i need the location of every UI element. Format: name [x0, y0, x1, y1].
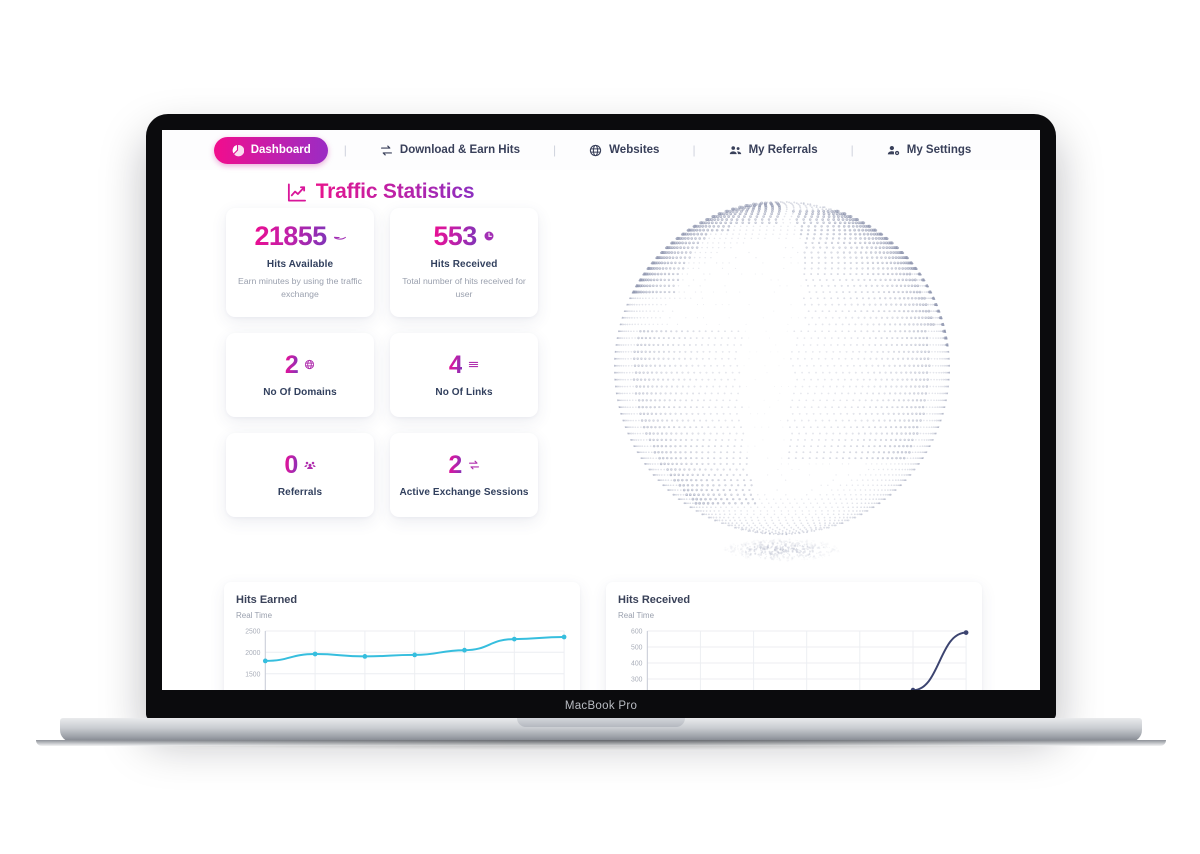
- user-gear-icon: [887, 144, 900, 157]
- nav-label: My Referrals: [749, 144, 818, 156]
- device-label: MacBook Pro: [146, 700, 1056, 712]
- stat-value-row: 0: [235, 453, 365, 478]
- exchange-icon: [468, 459, 480, 473]
- globe-svg: [574, 178, 994, 578]
- list-icon: [468, 359, 479, 372]
- chart-plot-area: 600500400300200: [618, 627, 970, 690]
- globe-grid-icon: [304, 359, 315, 372]
- stat-description: Total number of hits received for user: [399, 275, 529, 300]
- stats-grid: 21855 Hits Available Earn minutes by usi…: [226, 208, 538, 517]
- nav-separator: |: [328, 143, 363, 157]
- line-chart-icon: [286, 182, 307, 203]
- stat-card-hits-received: 553 Hits Received Total number of hits r…: [390, 208, 538, 317]
- stat-card-active-exchange-sessions: 2 Active Exchange Sessions: [390, 433, 538, 517]
- nav-item-download-earn-hits[interactable]: Download & Earn Hits: [363, 137, 537, 164]
- svg-text:2500: 2500: [245, 629, 260, 636]
- stat-title: No Of Links: [399, 387, 529, 398]
- stat-value: 553: [433, 223, 476, 250]
- exchange-icon: [380, 144, 393, 157]
- stat-card-no-of-domains: 2 No Of Domains: [226, 333, 374, 417]
- svg-text:500: 500: [631, 645, 643, 652]
- svg-text:1500: 1500: [245, 671, 260, 678]
- stat-card-hits-available: 21855 Hits Available Earn minutes by usi…: [226, 208, 374, 317]
- chart-subtitle: Real Time: [236, 611, 568, 620]
- macbook-device: Dashboard | Download & Earn Hits | Websi…: [146, 114, 1056, 720]
- nav-label: Download & Earn Hits: [400, 144, 520, 156]
- stat-card-no-of-links: 4 No Of Links: [390, 333, 538, 417]
- chart-subtitle: Real Time: [618, 611, 970, 620]
- nav-item-websites[interactable]: Websites: [572, 137, 676, 164]
- globe-icon: [589, 144, 602, 157]
- stat-value-row: 2: [399, 453, 529, 478]
- stat-title: Hits Available: [235, 259, 365, 270]
- chart-card-hits-earned: Hits Earned Real Time 2500200015001000: [224, 582, 580, 690]
- nav-item-dashboard[interactable]: Dashboard: [214, 137, 328, 164]
- chart-title: Hits Earned: [236, 594, 568, 606]
- stat-title: Referrals: [235, 487, 365, 498]
- stat-value-row: 21855: [235, 223, 365, 250]
- line-chart-svg: 2500200015001000: [236, 627, 568, 690]
- stat-card-referrals: 0 Referrals: [226, 433, 374, 517]
- laptop-lid: Dashboard | Download & Earn Hits | Websi…: [146, 114, 1056, 720]
- clock-icon: [483, 230, 495, 244]
- laptop-base: [60, 718, 1142, 742]
- stat-title: No Of Domains: [235, 387, 365, 398]
- stat-value: 0: [284, 453, 297, 478]
- svg-text:2000: 2000: [245, 650, 260, 657]
- svg-text:300: 300: [631, 677, 643, 684]
- nav-separator: |: [835, 143, 870, 157]
- nav-label: My Settings: [907, 144, 972, 156]
- page-title: Traffic Statistics: [316, 180, 475, 204]
- hand-coin-icon: [333, 229, 346, 244]
- stat-value-row: 2: [235, 353, 365, 378]
- stat-value: 4: [449, 353, 462, 378]
- stat-value-row: 553: [399, 223, 529, 250]
- stat-value-row: 4: [399, 353, 529, 378]
- screenshot-stage: Dashboard | Download & Earn Hits | Websi…: [0, 0, 1200, 854]
- people-icon: [304, 459, 316, 473]
- stat-title: Hits Received: [399, 259, 529, 270]
- svg-text:400: 400: [631, 661, 643, 668]
- page-title-block: Traffic Statistics: [220, 180, 540, 204]
- stat-value: 21855: [254, 223, 326, 250]
- users-icon: [729, 144, 742, 157]
- nav-item-my-referrals[interactable]: My Referrals: [712, 137, 835, 164]
- nav-separator: |: [537, 143, 572, 157]
- pie-chart-icon: [231, 144, 244, 157]
- line-chart-svg: 600500400300200: [618, 627, 970, 690]
- svg-text:600: 600: [631, 629, 643, 636]
- stat-value: 2: [448, 453, 461, 478]
- nav-label: Dashboard: [251, 144, 311, 156]
- stat-value: 2: [285, 353, 298, 378]
- chart-plot-area: 2500200015001000: [236, 627, 568, 690]
- stat-description: Earn minutes by using the traffic exchan…: [235, 275, 365, 300]
- stat-title: Active Exchange Sessions: [399, 487, 529, 498]
- laptop-shadow: [52, 740, 1150, 750]
- nav-item-my-settings[interactable]: My Settings: [870, 137, 989, 164]
- laptop-screen: Dashboard | Download & Earn Hits | Websi…: [162, 130, 1040, 690]
- chart-card-hits-received: Hits Received Real Time 600500400300200: [606, 582, 982, 690]
- nav-label: Websites: [609, 144, 659, 156]
- chart-title: Hits Received: [618, 594, 970, 606]
- nav-separator: |: [676, 143, 711, 157]
- dotted-globe-illustration: [574, 178, 994, 578]
- top-navigation: Dashboard | Download & Earn Hits | Websi…: [162, 130, 1040, 170]
